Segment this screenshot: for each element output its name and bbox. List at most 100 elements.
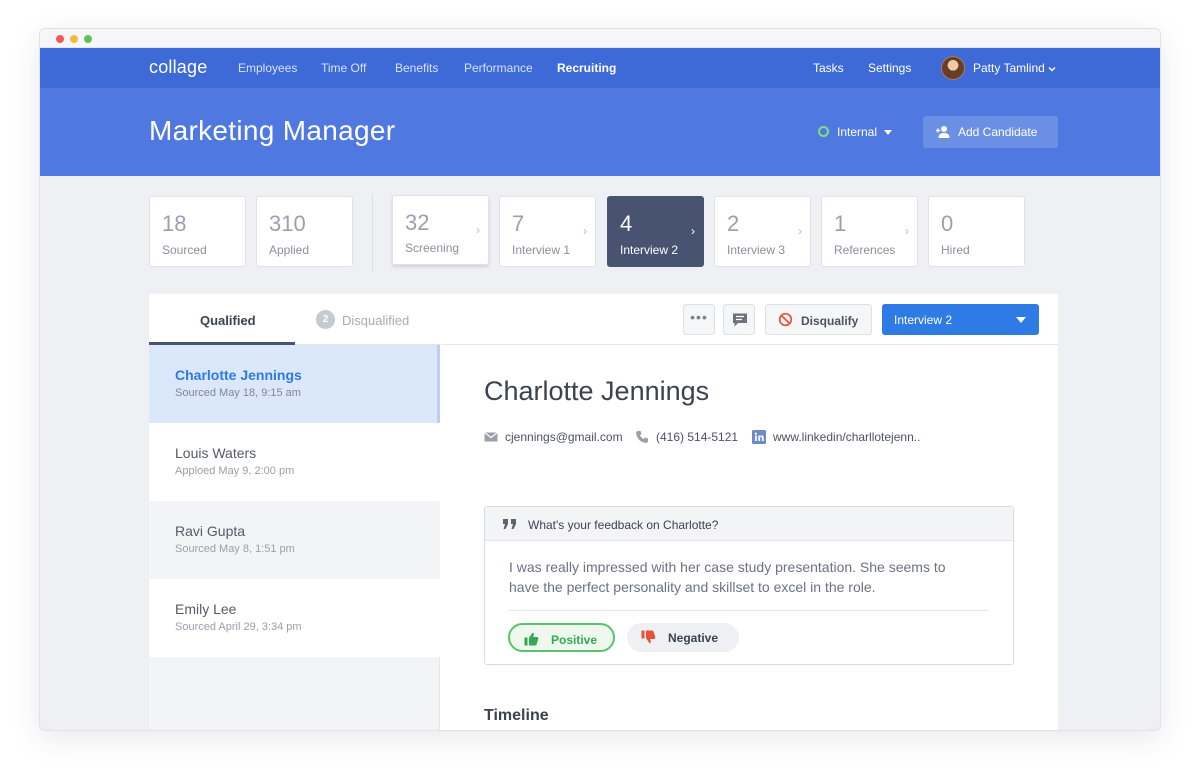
candidate-list-item[interactable]: Ravi Gupta Sourced May 8, 1:51 pm xyxy=(149,501,440,579)
positive-button[interactable]: Positive xyxy=(508,623,615,652)
sourced-count: 18 xyxy=(162,211,187,236)
nav-settings[interactable]: Settings xyxy=(868,61,911,75)
candidate-detail: ••• Disqualify Interview 2 Charlotte Jen… xyxy=(441,294,1058,730)
chevron-right-icon: › xyxy=(691,224,695,238)
phone-icon xyxy=(636,431,648,443)
user-avatar[interactable] xyxy=(941,56,965,80)
nav-benefits[interactable]: Benefits xyxy=(395,61,438,75)
more-options-button[interactable]: ••• xyxy=(683,304,715,335)
nav-time-off[interactable]: Time Off xyxy=(321,61,366,75)
applied-label: Applied xyxy=(269,243,310,257)
stage-label: Interview 2 xyxy=(620,243,679,257)
comment-button[interactable] xyxy=(723,304,755,335)
status-dropdown[interactable]: Internal xyxy=(837,125,877,139)
candidate-name: Emily Lee xyxy=(175,601,237,617)
candidate-list-item[interactable]: Emily Lee Sourced April 29, 3:34 pm xyxy=(149,579,440,657)
candidate-tabs: Qualified 2 Disqualified xyxy=(149,294,440,345)
feedback-card: What's your feedback on Charlotte? I was… xyxy=(484,506,1014,665)
candidate-phone: (416) 514-5121 xyxy=(656,430,739,444)
page-title: Marketing Manager xyxy=(149,115,396,146)
block-icon xyxy=(778,312,793,327)
chevron-right-icon: › xyxy=(905,224,909,238)
email-icon xyxy=(484,432,498,442)
comment-icon xyxy=(733,313,747,327)
stage-hired[interactable]: 0 Hired xyxy=(928,196,1025,267)
candidate-meta: Apploed May 9, 2:00 pm xyxy=(175,465,295,477)
nav-recruiting[interactable]: Recruiting xyxy=(557,61,616,75)
candidate-list: Qualified 2 Disqualified Charlotte Jenni… xyxy=(149,294,440,730)
stage-label: Interview 1 xyxy=(512,243,571,257)
caret-down-icon[interactable] xyxy=(884,130,892,135)
stage-interview-2[interactable]: 4 Interview 2 › xyxy=(607,196,704,267)
chevron-right-icon: › xyxy=(583,224,587,238)
window-titlebar xyxy=(40,29,1160,48)
stage-count: 32 xyxy=(405,210,430,235)
stage-label: References xyxy=(834,243,896,257)
applied-count: 310 xyxy=(269,211,306,236)
thumbs-up-icon xyxy=(524,632,539,646)
candidate-meta: Sourced May 18, 9:15 am xyxy=(175,387,301,399)
app-logo[interactable]: collage xyxy=(149,57,207,78)
pipeline-sourced[interactable]: 18 Sourced xyxy=(149,196,246,267)
stage-select-value: Interview 2 xyxy=(894,313,953,327)
nav-tasks[interactable]: Tasks xyxy=(813,61,844,75)
feedback-divider xyxy=(509,610,989,611)
candidate-meta: Sourced April 29, 3:34 pm xyxy=(175,621,302,633)
tab-qualified-label: Qualified xyxy=(200,313,256,328)
disqualify-label: Disqualify xyxy=(801,314,859,328)
feedback-text[interactable]: I was really impressed with her case stu… xyxy=(509,557,979,597)
candidate-title: Charlotte Jennings xyxy=(484,376,710,406)
quote-icon xyxy=(503,519,516,529)
page-header: Marketing Manager Internal Add Candidate xyxy=(40,88,1160,176)
candidate-toolbar: ••• Disqualify Interview 2 xyxy=(441,294,1058,345)
tab-disqualified[interactable]: 2 Disqualified xyxy=(295,294,440,345)
thumbs-down-icon xyxy=(641,630,656,644)
candidate-list-item[interactable]: Charlotte Jennings Sourced May 18, 9:15 … xyxy=(149,345,440,423)
linkedin-icon xyxy=(752,430,766,444)
chevron-right-icon: › xyxy=(798,224,802,238)
add-candidate-label: Add Candidate xyxy=(958,125,1038,139)
stage-label: Screening xyxy=(405,241,460,255)
nav-employees[interactable]: Employees xyxy=(238,61,297,75)
pipeline-divider xyxy=(372,194,373,272)
minimize-window-dot[interactable] xyxy=(70,35,78,43)
status-indicator-icon xyxy=(818,126,829,137)
stage-count: 7 xyxy=(512,211,525,236)
stage-label: Hired xyxy=(941,243,970,257)
stage-select-dropdown[interactable]: Interview 2 xyxy=(882,304,1039,335)
add-user-icon xyxy=(936,126,950,138)
nav-performance[interactable]: Performance xyxy=(464,61,533,75)
caret-down-icon xyxy=(1016,317,1026,323)
stage-screening[interactable]: 32 Screening › xyxy=(392,195,489,265)
chevron-right-icon: › xyxy=(476,223,480,237)
tab-qualified[interactable]: Qualified xyxy=(149,294,295,345)
candidate-list-item[interactable]: Louis Waters Apploed May 9, 2:00 pm xyxy=(149,423,440,501)
timeline-title: Timeline xyxy=(484,707,549,724)
candidate-name: Charlotte Jennings xyxy=(175,367,302,383)
maximize-window-dot[interactable] xyxy=(84,35,92,43)
stage-interview-1[interactable]: 7 Interview 1 › xyxy=(499,196,596,267)
user-name[interactable]: Patty Tamlind xyxy=(973,61,1045,75)
negative-label: Negative xyxy=(668,631,719,645)
stage-interview-3[interactable]: 2 Interview 3 › xyxy=(714,196,811,267)
candidate-name: Louis Waters xyxy=(175,445,257,461)
candidate-name: Ravi Gupta xyxy=(175,523,246,539)
stage-label: Interview 3 xyxy=(727,243,786,257)
add-candidate-button[interactable]: Add Candidate xyxy=(923,116,1058,148)
tab-disqualified-label: Disqualified xyxy=(342,313,410,328)
stage-references[interactable]: 1 References › xyxy=(821,196,918,267)
stage-count: 2 xyxy=(727,211,740,236)
candidate-meta: Sourced May 8, 1:51 pm xyxy=(175,543,295,555)
negative-button[interactable]: Negative xyxy=(627,623,739,652)
disqualify-button[interactable]: Disqualify xyxy=(765,304,872,335)
stage-count: 4 xyxy=(620,211,633,236)
stage-count: 1 xyxy=(834,211,847,236)
pipeline-applied[interactable]: 310 Applied xyxy=(256,196,353,267)
disqualified-count-badge: 2 xyxy=(316,310,335,329)
chevron-down-icon[interactable] xyxy=(1047,64,1057,74)
positive-label: Positive xyxy=(551,633,598,647)
sourced-label: Sourced xyxy=(162,243,207,257)
top-navbar: collage Employees Time Off Benefits Perf… xyxy=(40,48,1160,88)
close-window-dot[interactable] xyxy=(56,35,64,43)
candidate-email: cjennings@gmail.com xyxy=(505,430,623,444)
